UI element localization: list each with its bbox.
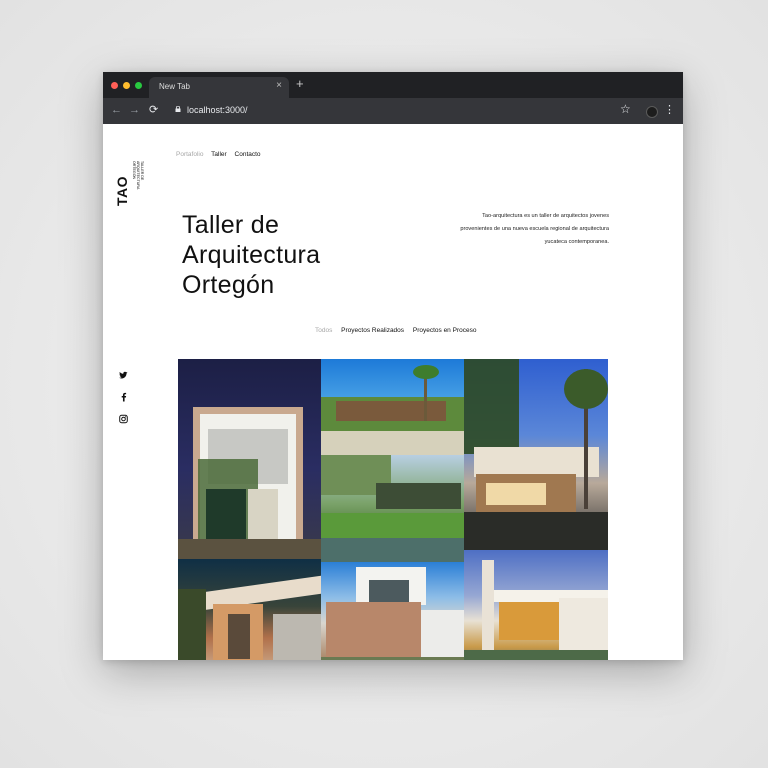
- minimize-window-button[interactable]: [123, 82, 130, 89]
- filter-proyectos-en-proceso[interactable]: Proyectos en Proceso: [413, 327, 477, 334]
- tab-close-icon[interactable]: ×: [276, 80, 282, 91]
- browser-tab[interactable]: New Tab ×: [149, 77, 289, 98]
- project-gallery: [178, 359, 608, 660]
- twitter-icon[interactable]: [119, 367, 128, 383]
- lock-icon: [175, 106, 181, 112]
- title-line: Arquitectura: [182, 241, 321, 269]
- close-window-button[interactable]: [111, 82, 118, 89]
- browser-window: New Tab × + ← → ⟳ localhost:3000/ ☆ ⋮ TA…: [103, 72, 683, 660]
- gallery-photo-house-night-lit-garage[interactable]: [178, 559, 321, 660]
- instagram-icon[interactable]: [119, 411, 128, 427]
- forward-arrow-icon[interactable]: →: [129, 104, 140, 116]
- nav-item-contacto[interactable]: Contacto: [235, 151, 261, 158]
- gallery-photo-modern-house-night-facade[interactable]: [178, 359, 321, 559]
- logo-subtitle: TALLER DE ARQUITECTURA ORTEGÓN: [132, 161, 144, 201]
- logo-subtitle-line: TALLER DE: [140, 161, 144, 181]
- logo[interactable]: TAO TALLER DE ARQUITECTURA ORTEGÓN: [114, 148, 145, 218]
- description-line: yucateca contemporanea.: [544, 239, 609, 245]
- reload-icon[interactable]: ⟳: [149, 104, 158, 116]
- address-bar[interactable]: localhost:3000/: [187, 105, 248, 115]
- gallery-photo-white-modern-house-wood-wall[interactable]: [321, 562, 464, 660]
- maximize-window-button[interactable]: [135, 82, 142, 89]
- bookmark-star-icon[interactable]: ☆: [620, 102, 631, 116]
- gallery-photo-house-pool-night-terrace[interactable]: [464, 359, 608, 550]
- gallery-photo-white-house-pool-evening[interactable]: [464, 550, 608, 660]
- description-line: provenientes de una nueva escuela region…: [460, 226, 609, 232]
- filter-proyectos-realizados[interactable]: Proyectos Realizados: [341, 327, 404, 334]
- gallery-photo-green-roof-house-garden[interactable]: [321, 455, 464, 562]
- title-line: Ortegón: [182, 271, 275, 299]
- new-tab-button[interactable]: +: [296, 77, 304, 91]
- project-filters: Todos Proyectos Realizados Proyectos en …: [315, 327, 483, 334]
- page-title: Taller de Arquitectura Ortegón: [182, 210, 382, 300]
- browser-toolbar: ← → ⟳ localhost:3000/ ☆ ⋮: [103, 98, 683, 124]
- title-line: Taller de: [182, 211, 280, 239]
- logo-subtitle-line: ARQUITECTURA: [136, 161, 140, 190]
- extension-icon[interactable]: [646, 106, 658, 118]
- logo-mark: TAO: [114, 176, 130, 207]
- back-arrow-icon[interactable]: ←: [111, 104, 122, 116]
- browser-menu-icon[interactable]: ⋮: [664, 104, 675, 116]
- description-line: Tao-arquitectura es un taller de arquite…: [482, 213, 609, 219]
- intro-description: Tao-arquitectura es un taller de arquite…: [433, 210, 609, 249]
- social-links: [119, 367, 131, 427]
- filter-todos[interactable]: Todos: [315, 327, 332, 334]
- gallery-photo-house-with-palm-trees[interactable]: [321, 359, 464, 455]
- facebook-icon[interactable]: [119, 389, 128, 405]
- web-page: TAO TALLER DE ARQUITECTURA ORTEGÓN Porta…: [103, 124, 683, 660]
- nav-item-taller[interactable]: Taller: [211, 151, 227, 158]
- nav-item-portafolio[interactable]: Portafolio: [176, 151, 203, 158]
- tab-bar: New Tab × +: [103, 72, 683, 98]
- main-nav: Portafolio Taller Contacto: [176, 151, 267, 158]
- tab-title: New Tab: [159, 82, 190, 91]
